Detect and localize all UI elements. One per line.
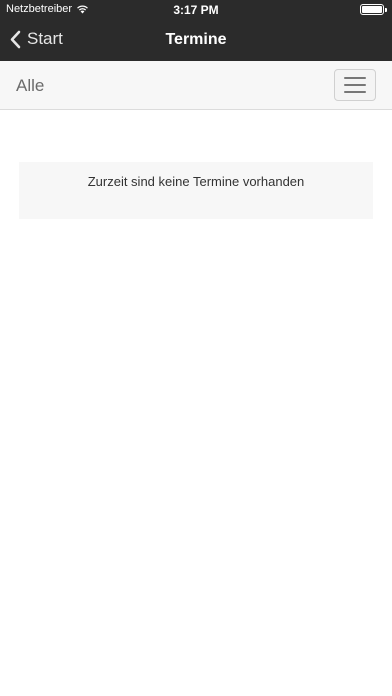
battery-icon	[360, 4, 387, 15]
navigation-bar: Start Termine	[0, 20, 392, 61]
status-bar: Netzbetreiber 3:17 PM	[0, 0, 392, 20]
page-title: Termine	[165, 31, 227, 48]
menu-line	[344, 77, 366, 79]
menu-line	[344, 91, 366, 93]
hamburger-menu-button[interactable]	[334, 69, 376, 101]
filter-label: Alle	[16, 76, 45, 95]
empty-state-panel: Zurzeit sind keine Termine vorhanden	[19, 162, 373, 219]
empty-state-message: Zurzeit sind keine Termine vorhanden	[87, 174, 305, 189]
menu-line	[344, 84, 366, 86]
filter-bar: Alle	[0, 61, 392, 110]
status-time: 3:17 PM	[173, 3, 219, 17]
